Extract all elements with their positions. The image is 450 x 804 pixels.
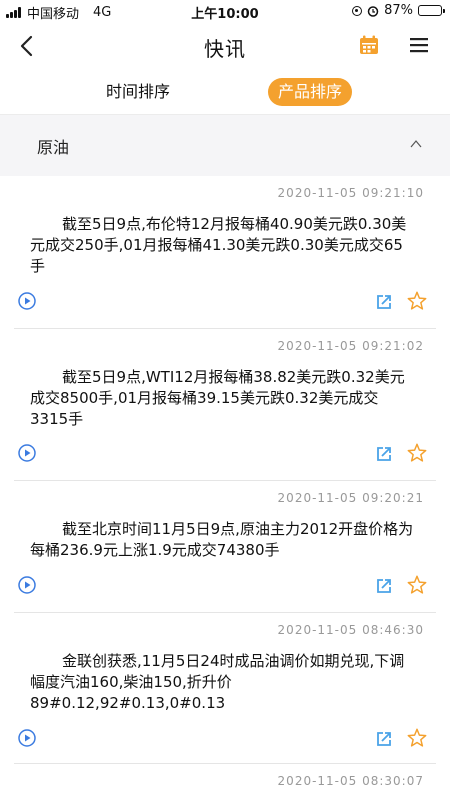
- battery-icon: [418, 5, 445, 16]
- share-icon[interactable]: [374, 292, 394, 312]
- news-feed: 2020-11-05 09:21:10 截至5日9点,布伦特12月报每桶40.9…: [0, 176, 450, 804]
- news-item: 2020-11-05 09:20:21 截至北京时间11月5日9点,原油主力20…: [14, 481, 436, 613]
- share-icon[interactable]: [374, 444, 394, 464]
- news-time: 2020-11-05 09:21:10: [277, 186, 424, 200]
- chevron-up-icon[interactable]: [410, 139, 422, 149]
- news-content: 截至北京时间11月5日9点,原油主力2012开盘价格为每桶236.9元上涨1.9…: [30, 520, 414, 559]
- category-label: 原油: [37, 138, 70, 157]
- play-icon[interactable]: [18, 292, 36, 310]
- page-title: 快讯: [204, 37, 246, 61]
- status-right: 87%: [352, 3, 445, 18]
- star-icon[interactable]: [406, 290, 428, 312]
- share-icon[interactable]: [374, 729, 394, 749]
- news-content: 截至5日9点,WTI12月报每桶38.82美元跌0.32美元成交8500手,01…: [30, 368, 405, 428]
- news-content: 截至5日9点,布伦特12月报每桶40.90美元跌0.30美元成交250手,01月…: [30, 215, 407, 275]
- news-time: 2020-11-05 09:21:02: [277, 339, 424, 353]
- news-time: 2020-11-05 08:30:07: [277, 774, 424, 788]
- calendar-icon[interactable]: [358, 34, 380, 56]
- news-content: 金联创获悉,11月5日24时成品油调价如期兑现,下调幅度汽油160,柴油150,…: [30, 652, 405, 712]
- news-item: 2020-11-05 08:30:07: [14, 764, 436, 804]
- tab-time-sort[interactable]: 时间排序: [96, 78, 180, 106]
- category-header[interactable]: 原油: [0, 114, 450, 176]
- tab-product-sort[interactable]: 产品排序: [268, 78, 353, 106]
- news-item: 2020-11-05 09:21:02 截至5日9点,WTI12月报每桶38.8…: [14, 329, 436, 481]
- share-icon[interactable]: [374, 576, 394, 596]
- star-icon[interactable]: [406, 442, 428, 464]
- play-icon[interactable]: [18, 444, 36, 462]
- play-icon[interactable]: [18, 576, 36, 594]
- alarm-icon: [367, 5, 379, 17]
- nav-bar: 快讯: [0, 22, 450, 71]
- play-icon[interactable]: [18, 729, 36, 747]
- status-bar: 中国移动 4G 上午10:00 87%: [0, 0, 450, 22]
- news-time: 2020-11-05 08:46:30: [277, 623, 424, 637]
- star-icon[interactable]: [406, 727, 428, 749]
- news-time: 2020-11-05 09:20:21: [277, 491, 424, 505]
- sort-tabs: 时间排序 产品排序: [0, 70, 450, 114]
- star-icon[interactable]: [406, 574, 428, 596]
- orientation-lock-icon: [352, 5, 363, 16]
- news-item: 2020-11-05 08:46:30 金联创获悉,11月5日24时成品油调价如…: [14, 613, 436, 764]
- battery-percent: 87%: [384, 3, 413, 18]
- news-item: 2020-11-05 09:21:10 截至5日9点,布伦特12月报每桶40.9…: [14, 176, 436, 329]
- hamburger-menu-icon[interactable]: [408, 34, 430, 56]
